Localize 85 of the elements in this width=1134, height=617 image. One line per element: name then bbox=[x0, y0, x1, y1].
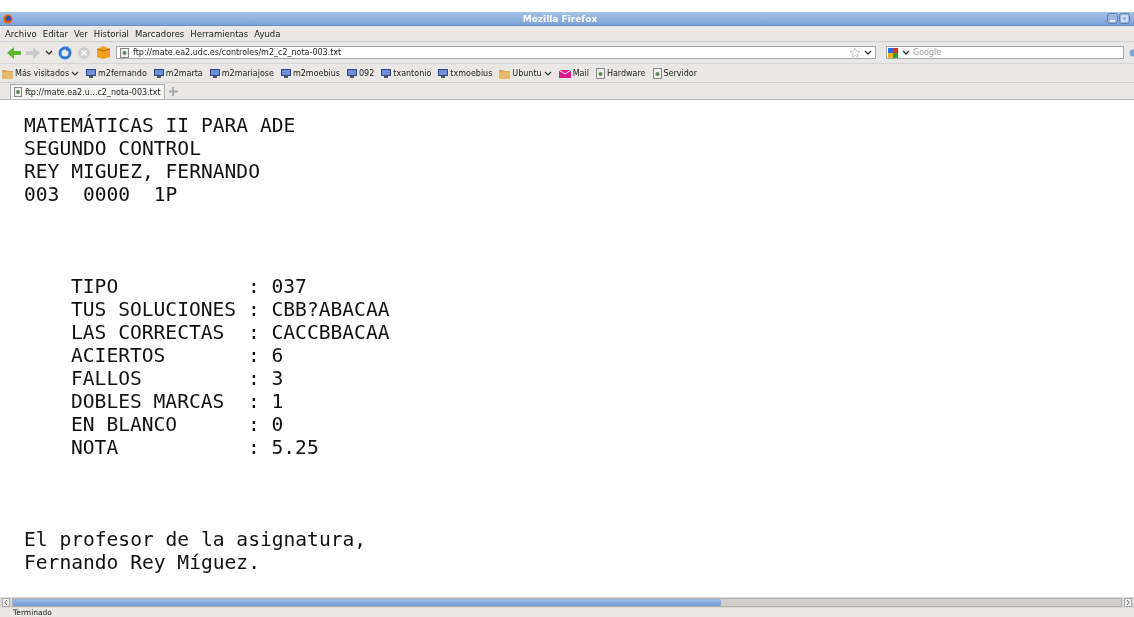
reload-icon bbox=[58, 45, 72, 60]
bookmark-item[interactable]: txmoebius bbox=[438, 68, 493, 78]
field-value: 6 bbox=[271, 344, 284, 367]
monitor-icon bbox=[381, 68, 392, 78]
search-bar[interactable]: Google bbox=[886, 46, 1124, 59]
horizontal-scrollbar[interactable] bbox=[12, 598, 1122, 607]
field-separator: : bbox=[247, 298, 261, 321]
text-line: 003 0000 1P bbox=[24, 183, 179, 206]
caret-icon bbox=[902, 49, 910, 56]
menu-item[interactable]: Ayuda bbox=[254, 28, 281, 39]
bookmark-item[interactable]: Más visitados bbox=[2, 67, 80, 79]
forward-arrow-icon bbox=[26, 45, 40, 60]
monitor-icon bbox=[280, 68, 291, 78]
bookmark-item[interactable]: m2marta bbox=[153, 68, 203, 78]
bookmark-item[interactable]: m2fernando bbox=[86, 68, 147, 78]
monitor-icon bbox=[438, 68, 449, 78]
page-icon bbox=[120, 47, 129, 58]
field-label: EN BLANCO bbox=[71, 413, 179, 436]
menu-item[interactable]: Marcadores bbox=[135, 28, 185, 39]
folder-icon bbox=[2, 67, 13, 79]
firefox-icon bbox=[3, 13, 13, 24]
field-label: TIPO bbox=[71, 275, 120, 298]
bookmark-item[interactable]: 092 bbox=[347, 68, 375, 78]
menu-item[interactable]: Ver bbox=[73, 28, 88, 39]
field-value: 037 bbox=[271, 275, 307, 298]
monitor-icon bbox=[347, 68, 357, 78]
google-engine-icon bbox=[887, 46, 899, 59]
field-value: 0 bbox=[271, 413, 284, 436]
text-line: SEGUNDO CONTROL bbox=[24, 137, 202, 160]
field-label: TUS SOLUCIONES bbox=[71, 298, 238, 321]
back-arrow-icon bbox=[7, 45, 21, 60]
caret-icon bbox=[71, 69, 80, 77]
new-tab-plus-icon bbox=[168, 87, 178, 96]
field-separator: : bbox=[247, 367, 261, 390]
menu-item[interactable]: Herramientas bbox=[190, 28, 249, 39]
field-separator: : bbox=[247, 413, 261, 436]
bookmark-item[interactable]: m2mariajose bbox=[209, 68, 274, 78]
text-line: REY MIGUEZ, FERNANDO bbox=[24, 160, 261, 183]
field-value: 1 bbox=[271, 390, 284, 413]
field-separator: : bbox=[247, 436, 261, 459]
field-value: CBB?ABACAA bbox=[271, 298, 390, 321]
page-icon bbox=[652, 67, 662, 79]
field-label: ACIERTOS bbox=[71, 344, 167, 367]
monitor-icon bbox=[86, 68, 97, 78]
window-buttons-icon bbox=[1107, 13, 1130, 24]
caret-icon bbox=[543, 69, 552, 77]
field-value: 3 bbox=[271, 367, 284, 390]
field-label: FALLOS bbox=[71, 367, 143, 390]
field-separator: : bbox=[247, 390, 261, 413]
stop-icon bbox=[77, 45, 91, 60]
star-icon bbox=[850, 47, 860, 58]
search-icon bbox=[1129, 47, 1134, 58]
mail-icon bbox=[558, 67, 571, 79]
page-icon bbox=[14, 87, 22, 97]
bookmark-item[interactable]: Servidor bbox=[652, 67, 698, 79]
field-label: NOTA bbox=[71, 436, 120, 459]
field-separator: : bbox=[247, 344, 261, 367]
search-field[interactable]: Google bbox=[913, 48, 1083, 57]
monitor-icon bbox=[209, 68, 220, 78]
bookmark-item[interactable]: Hardware bbox=[595, 67, 646, 79]
menu-item[interactable]: Historial bbox=[93, 28, 129, 39]
caret-icon bbox=[864, 49, 872, 56]
window-title: Mozilla Firefox bbox=[521, 13, 599, 24]
menu-item[interactable]: Archivo bbox=[5, 28, 37, 39]
menu-item[interactable]: Editar bbox=[42, 28, 68, 39]
bookmark-item[interactable]: Mail bbox=[558, 67, 589, 79]
bookmark-item[interactable]: m2moebius bbox=[280, 68, 340, 78]
text-line: Fernando Rey Míguez. bbox=[24, 551, 261, 574]
text-line: El profesor de la asignatura, bbox=[24, 528, 368, 551]
caret-icon bbox=[45, 49, 53, 56]
field-value: CACCBBACAA bbox=[271, 321, 390, 344]
browser-tab[interactable]: ftp://mate.ea2.u...c2_nota-003.txt bbox=[10, 84, 165, 99]
field-label: DOBLES MARCAS bbox=[71, 390, 226, 413]
page-icon bbox=[595, 67, 605, 79]
box-icon bbox=[96, 45, 111, 60]
field-separator: : bbox=[247, 321, 261, 344]
bookmark-item[interactable]: Ubuntu bbox=[499, 67, 552, 79]
monitor-icon bbox=[153, 68, 164, 78]
field-separator: : bbox=[247, 275, 261, 298]
address-bar[interactable]: ftp://mate.ea2.udc.es/controles/m2_c2_nota-003.txt bbox=[116, 46, 876, 59]
bookmark-item[interactable]: txantonio bbox=[381, 68, 432, 78]
field-value: 5.25 bbox=[271, 436, 319, 459]
field-label: LAS CORRECTAS bbox=[71, 321, 226, 344]
text-line: MATEMÁTICAS II PARA ADE bbox=[24, 114, 297, 137]
folder-icon bbox=[499, 67, 511, 79]
